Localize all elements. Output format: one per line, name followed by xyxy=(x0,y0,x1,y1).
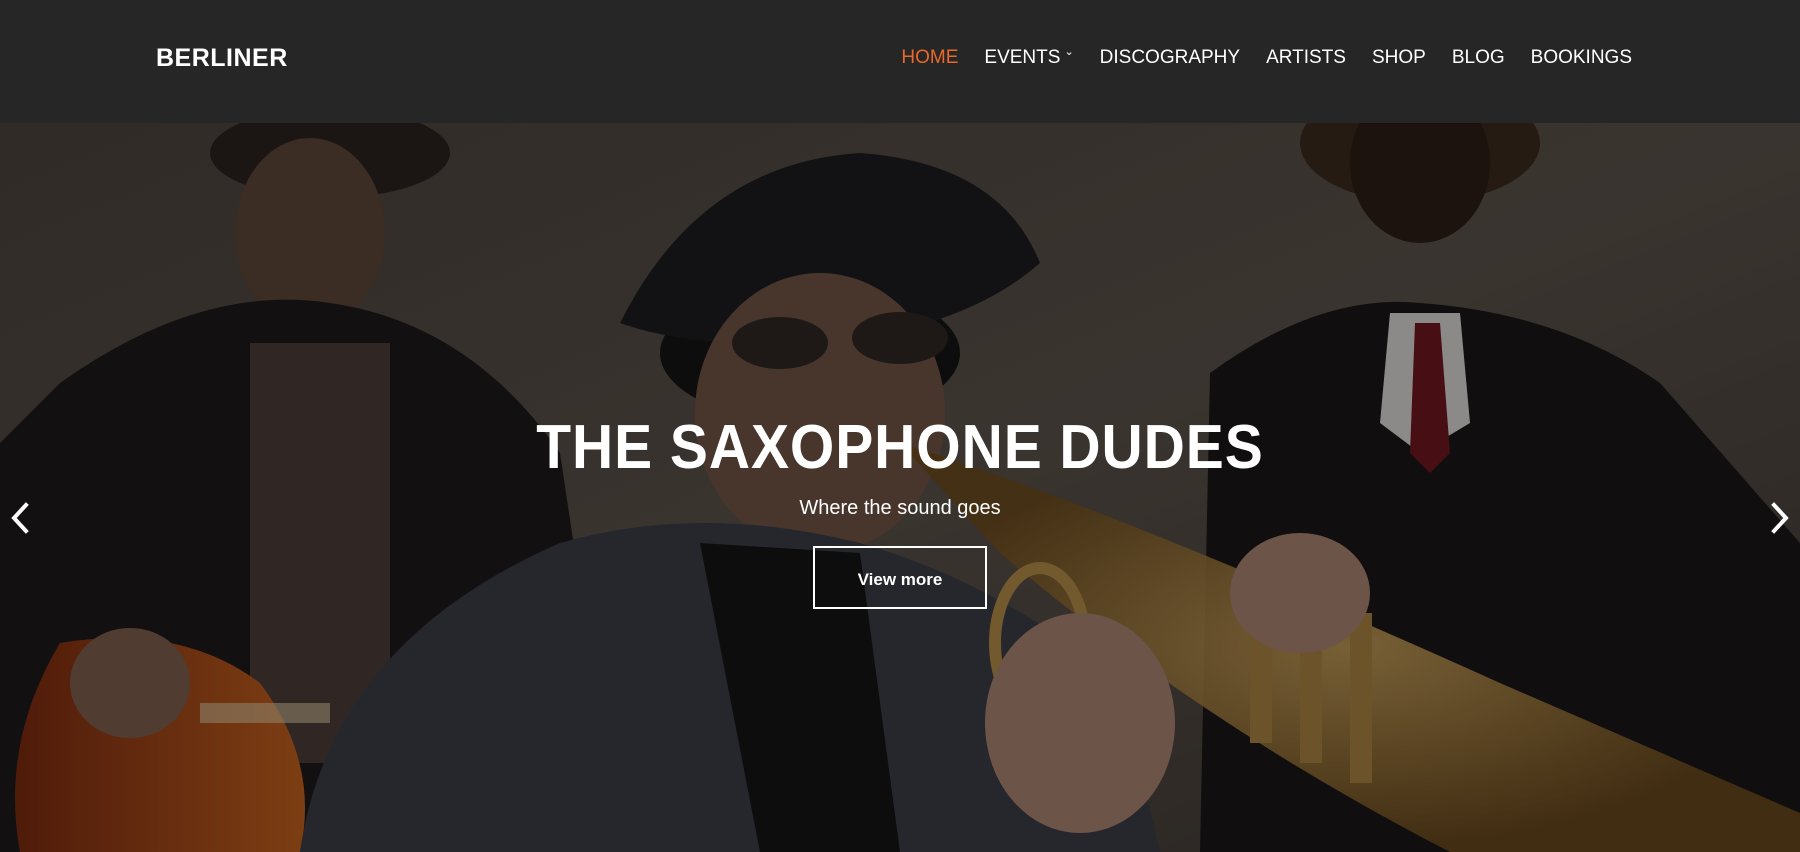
nav-item-blog[interactable]: BLOG xyxy=(1452,47,1505,69)
nav-item-label: HOME xyxy=(901,47,959,68)
view-more-button[interactable]: View more xyxy=(813,546,987,609)
nav-item-home[interactable]: HOME xyxy=(901,47,958,69)
nav-item-label: SHOP xyxy=(1371,47,1426,68)
nav-item-label: ARTISTS xyxy=(1266,47,1346,68)
hero-title: THE SAXOPHONE DUDES xyxy=(536,413,1264,482)
chevron-left-icon xyxy=(11,502,29,534)
nav-item-discography[interactable]: DISCOGRAPHY xyxy=(1100,47,1240,69)
slider-prev-button[interactable] xyxy=(2,493,42,543)
nav-item-label: DISCOGRAPHY xyxy=(1099,47,1241,68)
main-nav: HOME EVENTS ⌄ DISCOGRAPHY ARTISTS SHOP B… xyxy=(875,46,1632,69)
chevron-right-icon xyxy=(1771,502,1789,534)
slider-next-button[interactable] xyxy=(1758,493,1798,543)
nav-item-label: BOOKINGS xyxy=(1530,47,1632,68)
page: BERLINER HOME EVENTS ⌄ DISCOGRAPHY ARTIS… xyxy=(0,0,1800,852)
nav-item-events[interactable]: EVENTS ⌄ xyxy=(984,46,1074,69)
nav-item-bookings[interactable]: BOOKINGS xyxy=(1531,47,1632,69)
chevron-down-icon: ⌄ xyxy=(1064,46,1074,58)
nav-item-label: EVENTS xyxy=(984,47,1061,68)
nav-item-label: BLOG xyxy=(1451,47,1505,68)
nav-item-shop[interactable]: SHOP xyxy=(1372,47,1426,69)
nav-item-artists[interactable]: ARTISTS xyxy=(1266,47,1346,69)
hero-caption: THE SAXOPHONE DUDES Where the sound goes… xyxy=(0,413,1800,609)
hero-subtitle: Where the sound goes xyxy=(799,497,1001,519)
site-logo[interactable]: BERLINER xyxy=(156,44,288,73)
hero-slider: THE SAXOPHONE DUDES Where the sound goes… xyxy=(0,123,1800,852)
site-header: BERLINER HOME EVENTS ⌄ DISCOGRAPHY ARTIS… xyxy=(0,0,1800,123)
